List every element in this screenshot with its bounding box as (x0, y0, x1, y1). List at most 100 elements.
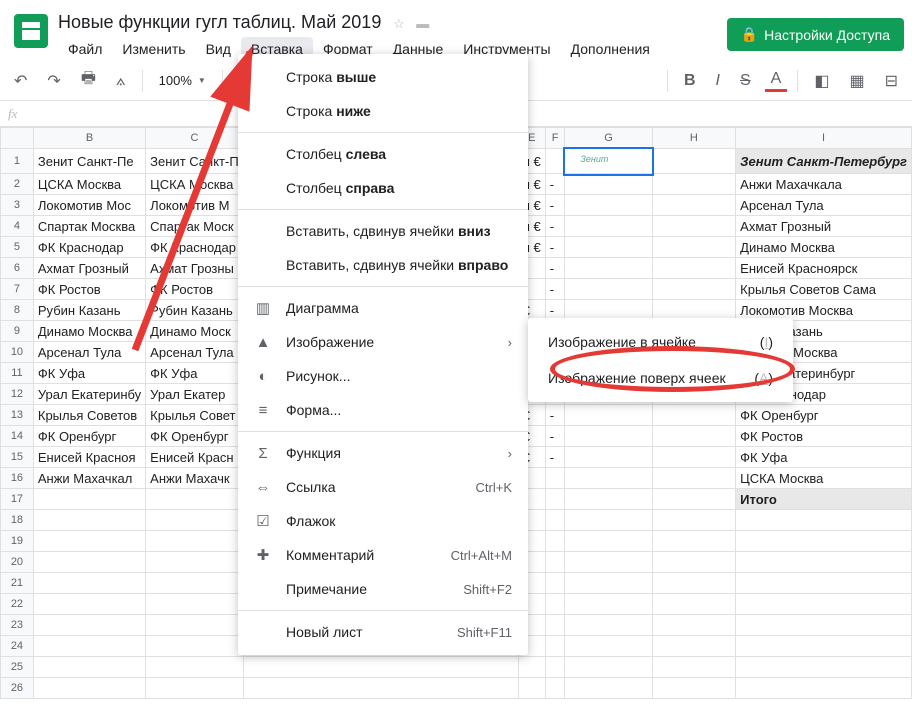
row-header[interactable]: 24 (1, 636, 34, 657)
cell[interactable] (33, 573, 145, 594)
cell[interactable]: ЦСКА Москва (146, 174, 244, 195)
cell[interactable] (736, 678, 912, 699)
cell[interactable] (652, 405, 736, 426)
cell[interactable]: Динамо Москва (33, 321, 145, 342)
row-header[interactable]: 10 (1, 342, 34, 363)
cell[interactable]: Крылья Совет (146, 405, 244, 426)
menu-дополнения[interactable]: Дополнения (561, 37, 660, 61)
sheets-logo[interactable] (14, 14, 48, 48)
cell[interactable]: - (545, 237, 565, 258)
cell[interactable] (33, 552, 145, 573)
cell[interactable]: - (545, 447, 565, 468)
cell[interactable] (652, 573, 736, 594)
cell[interactable] (565, 510, 652, 531)
cell[interactable]: Зенит Санкт-Пе (33, 149, 145, 174)
row-header[interactable]: 23 (1, 615, 34, 636)
cell[interactable]: ЦСКА Москва (33, 174, 145, 195)
cell[interactable]: Зенит (565, 149, 652, 174)
cell[interactable]: Зенит Санкт-П (146, 149, 244, 174)
row-header[interactable]: 7 (1, 279, 34, 300)
cell[interactable] (652, 174, 736, 195)
menu-изменить[interactable]: Изменить (112, 37, 195, 61)
cell[interactable]: Арсенал Тула (33, 342, 145, 363)
cell[interactable]: ФК Оренбург (146, 426, 244, 447)
cell[interactable] (652, 216, 736, 237)
row-header[interactable]: 5 (1, 237, 34, 258)
cell[interactable]: - (545, 279, 565, 300)
cell[interactable] (652, 468, 736, 489)
cell[interactable] (736, 594, 912, 615)
cell[interactable]: ФК Краснодар (146, 237, 244, 258)
cell[interactable] (545, 531, 565, 552)
col-header[interactable] (1, 128, 34, 149)
cell[interactable]: Ахмат Грозный (736, 216, 912, 237)
cell[interactable] (33, 594, 145, 615)
cell[interactable] (652, 678, 736, 699)
cell[interactable] (652, 657, 736, 678)
cell[interactable] (736, 510, 912, 531)
cell[interactable] (146, 552, 244, 573)
cell[interactable] (736, 615, 912, 636)
cell[interactable] (565, 447, 652, 468)
cell[interactable] (545, 468, 565, 489)
cell[interactable]: ФК Оренбург (736, 405, 912, 426)
cell[interactable] (565, 216, 652, 237)
cell[interactable]: ФК Уфа (33, 363, 145, 384)
cell[interactable] (565, 489, 652, 510)
cell[interactable] (33, 657, 145, 678)
borders-icon[interactable]: ▦ (843, 67, 870, 95)
dropdown-item[interactable]: Вставить, сдвинув ячейки вправо (238, 248, 528, 282)
document-title[interactable]: Новые функции гугл таблиц. Май 2019 (58, 12, 381, 33)
cell[interactable] (33, 531, 145, 552)
row-header[interactable]: 12 (1, 384, 34, 405)
cell[interactable] (565, 237, 652, 258)
cell[interactable] (33, 636, 145, 657)
cell[interactable] (565, 573, 652, 594)
menu-файл[interactable]: Файл (58, 37, 112, 61)
cell[interactable]: ФК Уфа (736, 447, 912, 468)
cell[interactable]: - (545, 405, 565, 426)
cell[interactable] (545, 657, 565, 678)
cell[interactable] (565, 174, 652, 195)
cell[interactable]: Локомотив М (146, 195, 244, 216)
row-header[interactable]: 20 (1, 552, 34, 573)
cell[interactable]: Анжи Махачк (146, 468, 244, 489)
dropdown-item[interactable]: Новый листShift+F11 (238, 615, 528, 649)
fill-color-icon[interactable]: ◧ (808, 67, 835, 95)
cell[interactable] (652, 636, 736, 657)
dropdown-item[interactable]: ◐Рисунок... (238, 359, 528, 393)
cell[interactable]: Ахмат Грозны (146, 258, 244, 279)
row-header[interactable]: 21 (1, 573, 34, 594)
cell[interactable] (545, 594, 565, 615)
cell[interactable] (652, 195, 736, 216)
cell[interactable] (652, 531, 736, 552)
cell[interactable] (518, 657, 545, 678)
cell[interactable] (565, 678, 652, 699)
cell[interactable]: Анжи Махачкал (33, 468, 145, 489)
cell[interactable] (652, 489, 736, 510)
cell[interactable] (652, 279, 736, 300)
cell[interactable]: - (545, 174, 565, 195)
cell[interactable]: - (545, 195, 565, 216)
cell[interactable] (545, 678, 565, 699)
dropdown-item[interactable]: Строка ниже (238, 94, 528, 128)
cell[interactable] (652, 594, 736, 615)
text-color-button[interactable]: A (765, 69, 788, 92)
dropdown-item[interactable]: ▥Диаграмма (238, 291, 528, 325)
cell[interactable] (565, 531, 652, 552)
cell[interactable] (33, 678, 145, 699)
title-folder-icon[interactable]: ▬ (416, 16, 429, 31)
row-header[interactable]: 3 (1, 195, 34, 216)
dropdown-item[interactable]: Столбец слева (238, 137, 528, 171)
cell[interactable]: Енисей Красноярск (736, 258, 912, 279)
cell[interactable] (545, 149, 565, 174)
cell[interactable] (146, 594, 244, 615)
cell[interactable]: Урал Екатеринбу (33, 384, 145, 405)
strike-button[interactable]: S (734, 68, 757, 94)
cell[interactable] (736, 531, 912, 552)
cell[interactable] (565, 405, 652, 426)
cell[interactable] (565, 468, 652, 489)
cell[interactable]: Анжи Махачкала (736, 174, 912, 195)
dropdown-item[interactable]: Столбец справа (238, 171, 528, 205)
cell[interactable] (146, 678, 244, 699)
